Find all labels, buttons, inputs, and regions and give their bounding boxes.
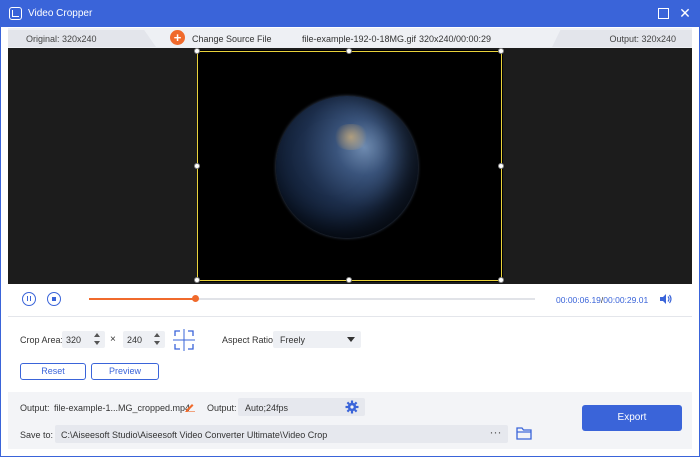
crop-handle-bottom[interactable] <box>346 277 352 283</box>
add-source-icon[interactable]: + <box>170 30 185 45</box>
aspect-ratio-select[interactable]: Freely <box>273 331 361 348</box>
source-file-name: file-example-192-0-18MG.gif <box>302 34 417 44</box>
app-crop-icon <box>9 7 22 20</box>
progress-fill <box>89 298 196 300</box>
crop-height-stepper[interactable]: 240 <box>123 331 165 348</box>
current-time: 00:00:06.19 <box>556 295 601 305</box>
crop-handle-top-left[interactable] <box>194 48 200 54</box>
output-format-value: Auto;24fps <box>245 403 289 413</box>
crop-handle-bottom-right[interactable] <box>498 277 504 283</box>
center-crop-icon[interactable] <box>173 329 195 351</box>
crop-height-value: 240 <box>127 335 143 345</box>
save-path-field[interactable]: C:\Aiseesoft Studio\Aiseesoft Video Conv… <box>55 425 508 443</box>
gear-icon[interactable] <box>345 400 359 414</box>
crop-handle-bottom-left[interactable] <box>194 277 200 283</box>
stepper-arrows-icon[interactable] <box>154 332 162 347</box>
window-title: Video Cropper <box>28 8 93 19</box>
chevron-down-icon <box>347 337 355 342</box>
crop-box[interactable] <box>197 51 502 281</box>
crop-handle-right[interactable] <box>498 163 504 169</box>
output-resolution: Output: 320x240 <box>609 34 676 44</box>
time-readout: 00:00:06.19/00:00:29.01 <box>556 295 648 305</box>
divider <box>8 316 692 317</box>
output-file-name: file-example-1...MG_cropped.mp4 <box>54 403 191 413</box>
save-path-value: C:\Aiseesoft Studio\Aiseesoft Video Conv… <box>61 430 328 440</box>
progress-track[interactable] <box>89 295 535 302</box>
close-icon[interactable]: ✕ <box>678 6 692 20</box>
source-file-info: 320x240/00:00:29 <box>419 34 492 44</box>
crop-handle-left[interactable] <box>194 163 200 169</box>
folder-icon[interactable] <box>516 427 532 440</box>
times-glyph: × <box>110 334 116 345</box>
stop-button[interactable] <box>47 292 61 306</box>
browse-more-button[interactable]: ··· <box>483 425 508 443</box>
aspect-ratio-value: Freely <box>280 335 306 345</box>
stepper-arrows-icon[interactable] <box>94 332 102 347</box>
original-resolution: Original: 320x240 <box>26 34 97 44</box>
crop-area-label: Crop Area: <box>20 335 64 345</box>
change-source-button[interactable]: Change Source File <box>192 34 272 44</box>
reset-button[interactable]: Reset <box>20 363 86 380</box>
pause-button[interactable] <box>22 292 36 306</box>
volume-icon[interactable] <box>660 294 672 304</box>
total-time: 00:00:29.01 <box>603 295 649 305</box>
preview-button[interactable]: Preview <box>91 363 159 380</box>
output-format-label: Output: <box>207 403 237 413</box>
save-to-label: Save to: <box>20 430 54 440</box>
crop-width-value: 320 <box>66 335 82 345</box>
aspect-ratio-label: Aspect Ratio: <box>222 335 276 345</box>
crop-handle-top-right[interactable] <box>498 48 504 54</box>
progress-thumb[interactable] <box>191 295 199 302</box>
output-name-label: Output: <box>20 403 50 413</box>
crop-handle-top[interactable] <box>346 48 352 54</box>
crop-width-stepper[interactable]: 320 <box>62 331 105 348</box>
maximize-icon[interactable] <box>656 6 670 20</box>
title-bar: Video Cropper ✕ <box>0 0 700 27</box>
edit-icon[interactable] <box>185 402 195 412</box>
export-button[interactable]: Export <box>582 405 682 431</box>
